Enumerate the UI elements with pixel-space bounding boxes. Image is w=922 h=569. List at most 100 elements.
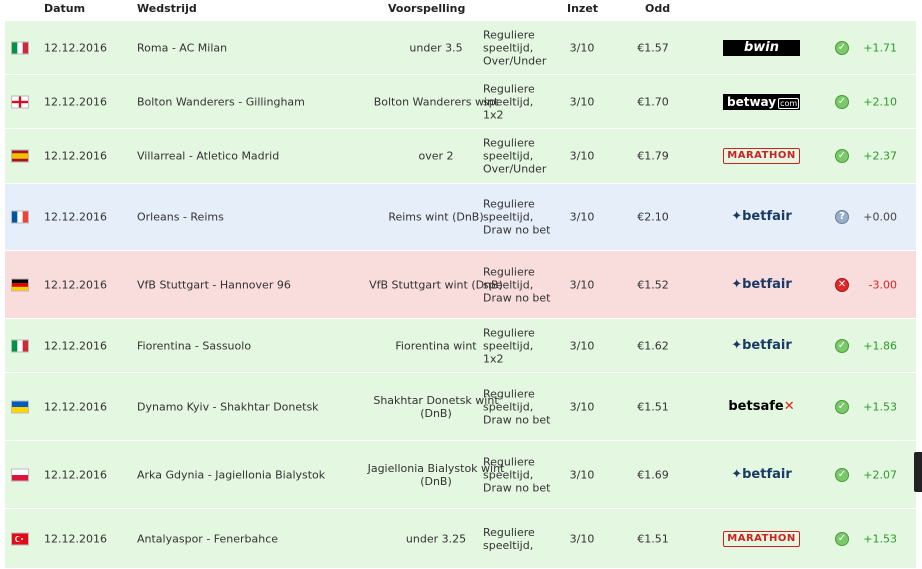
betfair-logo-mark: ✦: [731, 466, 743, 482]
match-date: 12.12.2016: [44, 95, 107, 108]
match-name[interactable]: Dynamo Kyiv - Shakhtar Donetsk: [137, 400, 319, 413]
header-inzet[interactable]: Inzet: [567, 2, 598, 15]
bet-type: Reguliere speeltijd, Over/Under: [483, 136, 547, 176]
profit: +2.37: [863, 149, 897, 163]
side-scroll-tab[interactable]: [914, 452, 922, 492]
bookmaker-label: betfair: [742, 209, 792, 224]
bookmaker-label: betsafe: [728, 398, 784, 414]
match-name[interactable]: Villarreal - Atletico Madrid: [137, 150, 279, 163]
table-header: Datum Wedstrijd Voorspelling Inzet Odd: [5, 0, 916, 21]
profit: +2.10: [863, 95, 897, 108]
poland-flag: [12, 469, 28, 481]
odd-value: €2.10: [637, 210, 669, 224]
bookmaker-betfair-logo[interactable]: ✦betfair: [723, 467, 800, 483]
betfair-logo-mark: ✦: [731, 209, 743, 224]
ukraine-flag: [12, 401, 28, 413]
table-row[interactable]: 12.12.2016 Bolton Wanderers - Gillingham…: [5, 75, 916, 129]
bookmaker-marathon-logo[interactable]: MARATHON: [723, 148, 800, 164]
stake: 3/10: [569, 149, 595, 163]
bookmaker-betway-logo[interactable]: betway com: [723, 93, 800, 110]
status-win-icon: ✓: [835, 94, 849, 109]
italy-flag: [12, 340, 29, 351]
profit: +2.07: [863, 468, 897, 481]
status-loss-icon: ✕: [835, 277, 849, 292]
odd-value: €1.57: [637, 41, 669, 54]
stake: 3/10: [569, 210, 595, 224]
italy-flag: [12, 42, 29, 53]
bookmaker-label: MARATHON: [727, 532, 796, 544]
france-flag: [12, 211, 29, 223]
stake: 3/10: [569, 278, 595, 291]
match-date: 12.12.2016: [44, 149, 107, 163]
bookmaker-label: betfair: [742, 466, 792, 482]
match-name[interactable]: Roma - AC Milan: [137, 41, 227, 54]
match-date: 12.12.2016: [44, 339, 107, 352]
odd-value: €1.70: [637, 95, 669, 108]
betfair-logo-mark: ✦: [731, 337, 743, 353]
bookmaker-betfair-logo[interactable]: ✦betfair: [723, 338, 800, 354]
profit: +0.00: [863, 210, 897, 224]
bookmaker-label: betway: [727, 94, 777, 109]
match-date: 12.12.2016: [44, 278, 107, 291]
bet-type: Reguliere speeltijd, Over/Under: [483, 28, 547, 67]
stake: 3/10: [569, 41, 595, 54]
bookmaker-betfair-logo[interactable]: ✦betfair: [723, 277, 800, 293]
header-voorspelling[interactable]: Voorspelling: [388, 2, 465, 15]
profit: +1.71: [863, 41, 897, 54]
match-name[interactable]: Fiorentina - Sassuolo: [137, 339, 251, 352]
table-row[interactable]: 12.12.2016 Orleans - Reims Reims wint (D…: [5, 184, 916, 251]
betsafe-x-icon: ✕: [783, 398, 795, 414]
table-row[interactable]: 12.12.2016 Villarreal - Atletico Madrid …: [5, 129, 916, 184]
bet-type: Reguliere speeltijd, Draw no bet: [483, 387, 551, 426]
bookmaker-bwin-logo[interactable]: bwin: [723, 39, 800, 56]
stake: 3/10: [569, 95, 595, 108]
odd-value: €1.51: [637, 400, 669, 413]
table-row[interactable]: 12.12.2016 Roma - AC Milan under 3.5 Reg…: [5, 21, 916, 75]
spain-flag: [12, 150, 28, 162]
bet-type: Reguliere speeltijd, Draw no bet: [483, 197, 551, 237]
status-win-icon: ✓: [835, 399, 849, 414]
match-name[interactable]: Orleans - Reims: [137, 211, 224, 224]
header-datum[interactable]: Datum: [44, 2, 85, 15]
bet-type: Reguliere speeltijd, 1x2: [483, 326, 535, 365]
table-row[interactable]: 12.12.2016 Antalyaspor - Fenerbahce unde…: [5, 509, 916, 569]
match-name[interactable]: VfB Stuttgart - Hannover 96: [137, 278, 291, 291]
stake: 3/10: [569, 400, 595, 413]
bookmaker-suffix: com: [778, 97, 800, 109]
germany-flag: [12, 279, 28, 291]
england-flag: [12, 96, 28, 107]
table-body: 12.12.2016 Roma - AC Milan under 3.5 Reg…: [5, 21, 916, 569]
profit: +1.86: [863, 339, 897, 352]
profit: +1.53: [863, 400, 897, 413]
bookmaker-betsafe-logo[interactable]: betsafe✕: [723, 399, 800, 415]
table-row[interactable]: 12.12.2016 VfB Stuttgart - Hannover 96 V…: [5, 251, 916, 319]
bet-type: Reguliere speeltijd, 1x2: [483, 82, 535, 121]
bookmaker-label: betfair: [742, 276, 792, 292]
table-row[interactable]: 12.12.2016 Fiorentina - Sassuolo Fiorent…: [5, 319, 916, 373]
bet-type: Reguliere speeltijd, Draw no bet: [483, 455, 551, 494]
odd-value: €1.62: [637, 339, 669, 352]
header-wedstrijd[interactable]: Wedstrijd: [137, 2, 197, 15]
status-void-icon: ?: [835, 210, 849, 224]
match-date: 12.12.2016: [44, 400, 107, 413]
match-date: 12.12.2016: [44, 468, 107, 481]
table-row[interactable]: 12.12.2016 Dynamo Kyiv - Shakhtar Donets…: [5, 373, 916, 441]
bookmaker-label: MARATHON: [727, 150, 796, 161]
betfair-logo-mark: ✦: [731, 276, 743, 292]
status-win-icon: ✓: [835, 40, 849, 55]
header-odd[interactable]: Odd: [645, 2, 670, 15]
table-row[interactable]: 12.12.2016 Arka Gdynia - Jagiellonia Bia…: [5, 441, 916, 509]
status-win-icon: ✓: [835, 149, 849, 163]
status-win-icon: ✓: [835, 338, 849, 353]
odd-value: €1.79: [637, 149, 669, 163]
bookmaker-betfair-logo[interactable]: ✦betfair: [723, 209, 800, 225]
bookmaker-label: betfair: [742, 337, 792, 353]
match-name[interactable]: Arka Gdynia - Jagiellonia Bialystok: [137, 468, 325, 481]
bet-type: Reguliere speeltijd, Draw no bet: [483, 265, 551, 304]
stake: 3/10: [569, 468, 595, 481]
status-win-icon: ✓: [835, 467, 849, 482]
bookmaker-label: bwin: [743, 39, 780, 55]
match-name[interactable]: Bolton Wanderers - Gillingham: [137, 95, 305, 108]
profit: -3.00: [868, 278, 897, 291]
match-date: 12.12.2016: [44, 210, 107, 224]
